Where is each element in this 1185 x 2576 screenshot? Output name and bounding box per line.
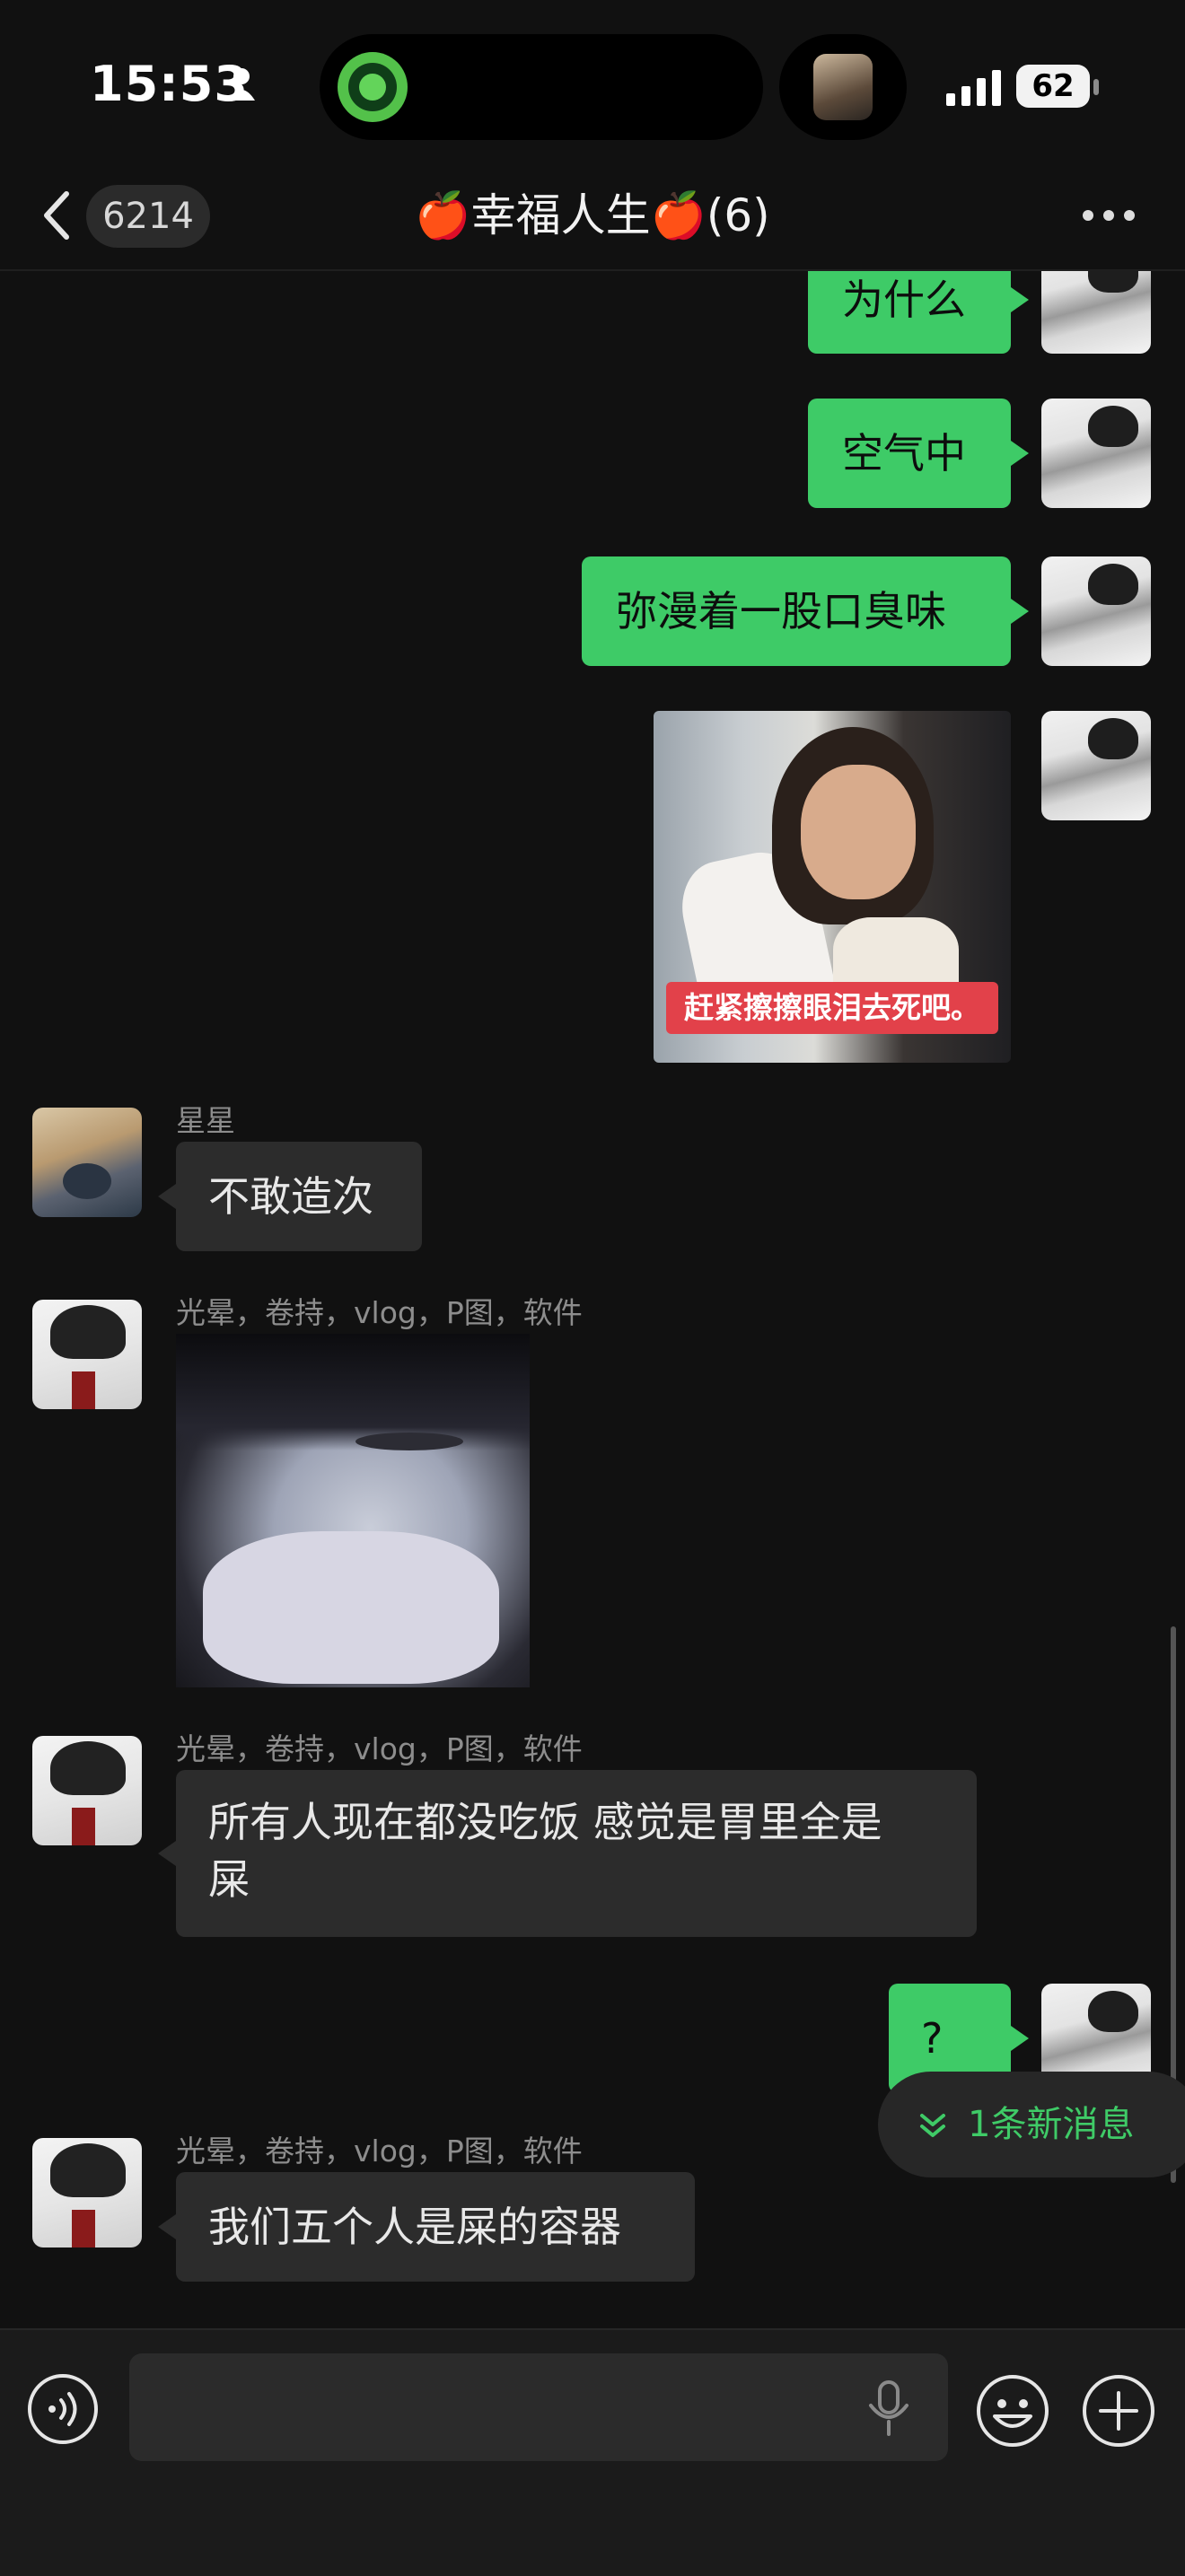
live-activity-icon[interactable] — [338, 52, 408, 122]
double-chevron-down-icon — [920, 2114, 945, 2137]
message-bubble-incoming[interactable]: 所有人现在都没吃饭 感觉是胃里全是 屎 — [158, 1770, 977, 1937]
sender-name: 光晕，卷持，vlog，P图，软件 — [176, 1295, 583, 1330]
input-bar — [0, 2328, 1185, 2576]
message-bubble-outgoing[interactable]: 弥漫着一股口臭味 — [582, 556, 1029, 666]
my-avatar[interactable] — [1041, 556, 1151, 666]
my-avatar[interactable] — [1041, 399, 1151, 508]
home-indicator-area — [0, 2549, 1185, 2574]
sticker-caption: 赶紧擦擦眼泪去死吧。 — [666, 982, 998, 1034]
message-text-line: 屎 — [208, 1855, 250, 1904]
message-bubble-incoming[interactable]: 我们五个人是屎的容器 — [158, 2172, 695, 2282]
status-time: 15:53 — [90, 56, 249, 112]
sender-name: 光晕，卷持，vlog，P图，软件 — [176, 1731, 583, 1766]
microphone-icon[interactable] — [864, 2379, 914, 2438]
voice-icon[interactable] — [27, 2373, 99, 2445]
my-avatar[interactable] — [1041, 711, 1151, 820]
chat-header: 6214 🍎幸福人生🍎(6) — [0, 162, 1185, 271]
battery-indicator: 62 — [1016, 65, 1090, 108]
new-messages-label: 1条新消息 — [968, 2104, 1135, 2145]
message-bubble-outgoing[interactable]: 为什么 — [808, 271, 1029, 354]
more-icon[interactable] — [1083, 205, 1135, 226]
sender-name: 光晕，卷持，vlog，P图，软件 — [176, 2134, 583, 2169]
photo-message[interactable] — [176, 1334, 530, 1687]
member-avatar-guangyun[interactable] — [32, 1736, 142, 1845]
message-list[interactable]: 为什么 空气中 弥漫着一股口臭味 赶紧擦擦眼泪去死吧。 星星 不敢造次 光晕，卷… — [0, 271, 1185, 2326]
member-avatar-guangyun[interactable] — [32, 2138, 142, 2247]
status-bar: 15:53 62 — [0, 0, 1185, 162]
sender-name: 星星 — [176, 1103, 235, 1138]
plus-icon[interactable] — [1081, 2373, 1156, 2449]
message-input[interactable] — [129, 2353, 948, 2461]
message-bubble-outgoing[interactable]: 空气中 — [808, 399, 1029, 508]
member-avatar-guangyun[interactable] — [32, 1300, 142, 1409]
media-thumbnail[interactable] — [779, 34, 907, 140]
sticker-image[interactable]: 赶紧擦擦眼泪去死吧。 — [654, 711, 1011, 1063]
new-messages-button[interactable]: 1条新消息 — [878, 2072, 1185, 2177]
chat-title: 🍎幸福人生🍎(6) — [415, 189, 770, 241]
person-icon — [228, 68, 255, 101]
message-text-line: 所有人现在都没吃饭 感觉是胃里全是 — [208, 1798, 882, 1846]
battery-tip — [1093, 79, 1099, 95]
my-avatar[interactable] — [1041, 271, 1151, 354]
member-avatar-xingxing[interactable] — [32, 1108, 142, 1217]
signal-icon — [946, 70, 1001, 106]
emoji-icon[interactable] — [975, 2373, 1050, 2449]
message-bubble-incoming[interactable]: 不敢造次 — [158, 1142, 422, 1251]
